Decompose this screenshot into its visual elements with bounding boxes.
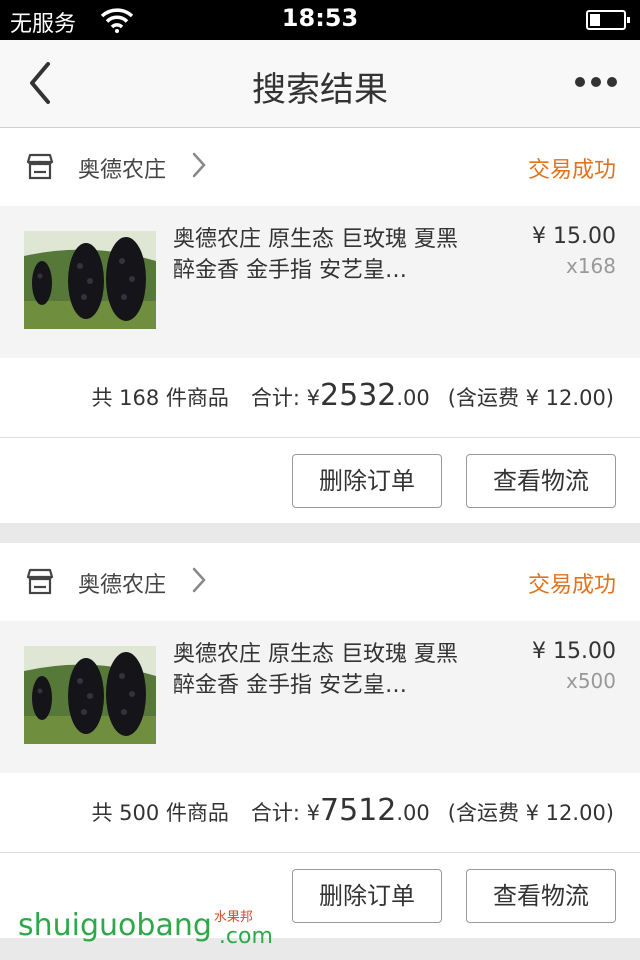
store-icon: [26, 568, 54, 595]
item-count: 共 168 件商品: [91, 386, 229, 410]
battery-fill: [590, 14, 600, 26]
status-bar: 无服务 18:53: [0, 0, 640, 40]
watermark-suffix: .com: [218, 924, 273, 949]
chevron-right-icon: [192, 152, 206, 178]
shop-header[interactable]: 奥德农庄 交易成功: [0, 128, 640, 206]
page-title: 搜索结果: [252, 70, 388, 110]
chevron-right-icon: [192, 567, 206, 593]
product-row[interactable]: 奥德农庄 原生态 巨玫瑰 夏黑 醉金香 金手指 安艺皇… ¥ 15.00 x16…: [0, 206, 640, 358]
view-logistics-button[interactable]: 查看物流: [466, 454, 616, 508]
product-image-grapes: [24, 231, 156, 329]
product-row[interactable]: 奥德农庄 原生态 巨玫瑰 夏黑 醉金香 金手指 安艺皇… ¥ 15.00 x50…: [0, 621, 640, 773]
unit-price: ¥ 15.00: [532, 224, 616, 249]
view-logistics-button[interactable]: 查看物流: [466, 869, 616, 923]
total-label: 合计: ¥: [250, 801, 321, 825]
order-summary: 共 168 件商品 合计: ¥2532.00 (含运费 ¥ 12.00): [0, 358, 640, 438]
watermark-main: shuiguobang: [18, 908, 212, 943]
shipping-fee: (含运费 ¥ 12.00): [447, 386, 614, 410]
order-status: 交易成功: [527, 573, 616, 598]
shipping-fee: (含运费 ¥ 12.00): [447, 801, 614, 825]
battery-icon: [586, 10, 630, 30]
watermark-cn: 水果邦: [213, 910, 253, 925]
more-dots-icon[interactable]: [572, 70, 620, 94]
product-image-grapes: [24, 646, 156, 744]
product-title: 奥德农庄 原生态 巨玫瑰 夏黑 醉金香 金手指 安艺皇…: [173, 227, 458, 283]
total-amount-decimal: .00: [396, 386, 430, 410]
order-actions: 删除订单 查看物流: [0, 438, 640, 523]
shop-header[interactable]: 奥德农庄 交易成功: [0, 543, 640, 621]
watermark: shuiguobang 水果邦.com: [18, 908, 307, 949]
total-amount-integer: 2532: [320, 378, 397, 413]
total-label: 合计: ¥: [250, 386, 321, 410]
order-summary: 共 500 件商品 合计: ¥7512.00 (含运费 ¥ 12.00): [0, 773, 640, 853]
delete-order-button[interactable]: 删除订单: [292, 869, 442, 923]
shop-name[interactable]: 奥德农庄: [78, 567, 166, 599]
clock: 18:53: [281, 4, 359, 32]
store-icon: [26, 153, 54, 180]
quantity: x168: [565, 254, 616, 278]
order-status: 交易成功: [527, 158, 616, 183]
unit-price: ¥ 15.00: [532, 639, 616, 664]
quantity: x500: [565, 669, 616, 693]
total-amount-decimal: .00: [396, 801, 430, 825]
shop-name[interactable]: 奥德农庄: [78, 152, 166, 184]
order-card: 奥德农庄 交易成功 奥德农庄 原生态 巨玫瑰 夏黑 醉金香 金手指 安艺皇… ¥…: [0, 543, 640, 938]
product-title: 奥德农庄 原生态 巨玫瑰 夏黑 醉金香 金手指 安艺皇…: [173, 642, 458, 698]
nav-bar: 搜索结果: [0, 40, 640, 128]
total-amount-integer: 7512: [320, 793, 397, 828]
order-card: 奥德农庄 交易成功 奥德农庄 原生态 巨玫瑰 夏黑 醉金香 金手指 安艺皇… ¥…: [0, 128, 640, 523]
delete-order-button[interactable]: 删除订单: [292, 454, 442, 508]
item-count: 共 500 件商品: [91, 801, 229, 825]
